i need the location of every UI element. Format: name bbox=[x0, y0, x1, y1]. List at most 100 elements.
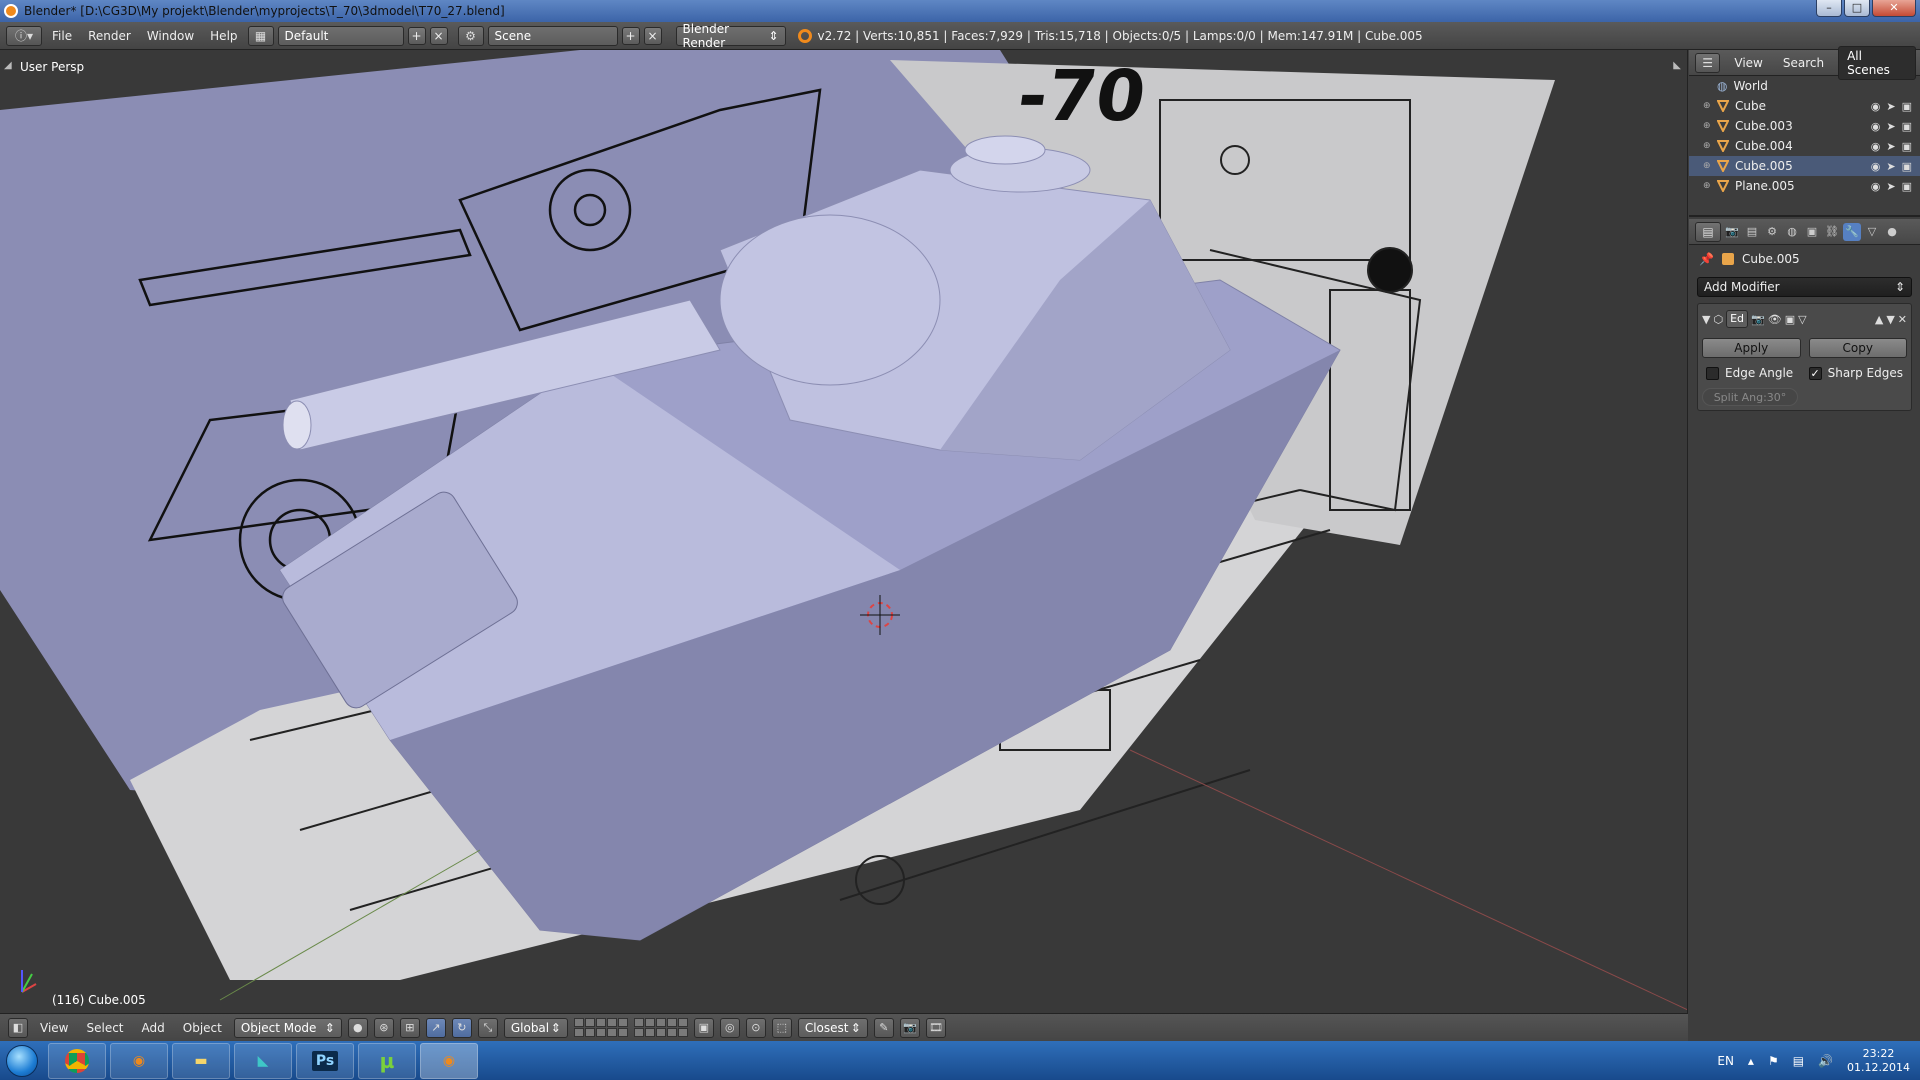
taskbar-explorer[interactable]: ▬ bbox=[172, 1042, 230, 1079]
menu-add[interactable]: Add bbox=[136, 1018, 171, 1038]
editor-type-icon[interactable]: ◧ bbox=[8, 1017, 28, 1038]
layers-tab-icon[interactable]: ▤ bbox=[1743, 223, 1761, 241]
outliner-item-plane-005[interactable]: ⊕ Plane.005 ◉ ➤ ▣ bbox=[1689, 176, 1920, 196]
network-icon[interactable]: ▤ bbox=[1793, 1054, 1804, 1068]
properties-editor-icon[interactable]: ▤ bbox=[1695, 221, 1721, 242]
outliner-item-world[interactable]: ◍ World bbox=[1689, 76, 1920, 96]
outliner-item-cube-003[interactable]: ⊕ Cube.003 ◉ ➤ ▣ bbox=[1689, 116, 1920, 136]
render-toggle-icon[interactable]: 📷 bbox=[1751, 313, 1765, 326]
taskbar-3dsmax[interactable]: ◣ bbox=[234, 1042, 292, 1079]
close-button[interactable]: ✕ bbox=[1872, 0, 1916, 17]
cursor-select-icon[interactable]: ➤ bbox=[1886, 120, 1895, 133]
split-angle-field[interactable]: Split Ang:30° bbox=[1702, 388, 1798, 406]
outliner-display-select[interactable]: All Scenes bbox=[1838, 45, 1916, 80]
clock[interactable]: 23:22 01.12.2014 bbox=[1847, 1047, 1910, 1075]
maximize-button[interactable]: □ bbox=[1844, 0, 1870, 17]
outliner-item-cube-005[interactable]: ⊕ Cube.005 ◉ ➤ ▣ bbox=[1689, 156, 1920, 176]
sharp-edges-checkbox[interactable]: ✓ bbox=[1808, 366, 1822, 380]
flag-icon[interactable]: ⚑ bbox=[1768, 1054, 1779, 1068]
cursor-select-icon[interactable]: ➤ bbox=[1886, 140, 1895, 153]
manipulator-icon[interactable]: ⊞ bbox=[399, 1017, 420, 1038]
pin-icon[interactable]: 📌 bbox=[1699, 252, 1714, 266]
menu-window[interactable]: Window bbox=[141, 26, 200, 46]
scale-icon[interactable]: ⤡ bbox=[477, 1017, 498, 1038]
eye-icon[interactable]: ◉ bbox=[1871, 160, 1881, 173]
taskbar-blender-1[interactable]: ◉ bbox=[110, 1042, 168, 1079]
orientation-select[interactable]: Global ⇕ bbox=[503, 1017, 568, 1038]
3d-viewport[interactable]: -70 User Persp (116) Cube.005 ◢ ◣ bbox=[0, 50, 1688, 1013]
layout-add-icon[interactable]: + bbox=[407, 26, 426, 45]
language-indicator[interactable]: EN bbox=[1717, 1054, 1734, 1068]
data-tab-icon[interactable]: ▽ bbox=[1863, 223, 1881, 241]
volume-icon[interactable]: 🔊 bbox=[1818, 1054, 1833, 1068]
camera-icon[interactable]: ▣ bbox=[1902, 140, 1912, 153]
cage-toggle-icon[interactable]: ▽ bbox=[1798, 313, 1806, 326]
snap-icon[interactable]: ⊙ bbox=[745, 1017, 766, 1038]
scene-remove-icon[interactable]: × bbox=[643, 26, 662, 45]
camera-icon[interactable]: ▣ bbox=[1902, 120, 1912, 133]
cursor-select-icon[interactable]: ➤ bbox=[1886, 160, 1895, 173]
outliner-item-cube[interactable]: ⊕ Cube ◉ ➤ ▣ bbox=[1689, 96, 1920, 116]
eye-icon[interactable]: ◉ bbox=[1871, 100, 1881, 113]
layout-remove-icon[interactable]: × bbox=[429, 26, 448, 45]
scene-field[interactable]: Scene bbox=[487, 25, 618, 46]
edge-angle-checkbox[interactable] bbox=[1706, 366, 1719, 380]
expand-icon[interactable]: ⊕ bbox=[1703, 161, 1713, 171]
layout-grid-icon[interactable]: ▦ bbox=[247, 25, 274, 46]
snap-element-icon[interactable]: ⬚ bbox=[771, 1017, 792, 1038]
scene-tab-icon[interactable]: ⚙ bbox=[1763, 223, 1781, 241]
shading-solid-icon[interactable]: ● bbox=[347, 1017, 368, 1038]
menu-file[interactable]: File bbox=[46, 26, 78, 46]
modifiers-wrench-icon[interactable]: 🔧 bbox=[1843, 222, 1861, 241]
sharp-edges-toggle[interactable]: ✓ Sharp Edges bbox=[1808, 366, 1903, 380]
copy-button[interactable]: Copy bbox=[1808, 338, 1907, 358]
area-split-icon[interactable]: ◢ bbox=[4, 60, 12, 71]
tray-arrow-icon[interactable]: ▴ bbox=[1748, 1054, 1754, 1068]
object-tab-icon[interactable]: ▣ bbox=[1803, 223, 1821, 241]
cursor-select-icon[interactable]: ➤ bbox=[1886, 100, 1895, 113]
expand-icon[interactable]: ⊕ bbox=[1703, 181, 1713, 191]
taskbar-photoshop[interactable]: Ps bbox=[296, 1042, 354, 1079]
editmode-toggle-icon[interactable]: ▣ bbox=[1785, 313, 1795, 326]
info-editor-type-icon[interactable]: ⓘ▾ bbox=[6, 25, 42, 46]
render-opengl-icon[interactable]: 📷 bbox=[899, 1017, 920, 1038]
render-anim-icon[interactable]: 🎞 bbox=[925, 1017, 946, 1038]
menu-render[interactable]: Render bbox=[82, 26, 137, 46]
apply-button[interactable]: Apply bbox=[1702, 338, 1801, 358]
camera-icon[interactable]: ▣ bbox=[1902, 160, 1912, 173]
start-button[interactable] bbox=[0, 1043, 44, 1079]
camera-icon[interactable]: ▣ bbox=[1902, 100, 1912, 113]
menu-object[interactable]: Object bbox=[177, 1018, 228, 1038]
taskbar-chrome[interactable] bbox=[48, 1042, 106, 1079]
remove-modifier-icon[interactable]: ✕ bbox=[1898, 313, 1907, 326]
rotate-icon[interactable]: ↻ bbox=[451, 1017, 472, 1038]
edge-angle-toggle[interactable]: Edge Angle bbox=[1706, 366, 1793, 380]
viewport-toggle-icon[interactable]: 👁 bbox=[1768, 313, 1782, 326]
outliner-editor-icon[interactable]: ☰ bbox=[1695, 52, 1721, 73]
menu-view[interactable]: View bbox=[34, 1018, 74, 1038]
material-tab-icon[interactable]: ● bbox=[1883, 223, 1901, 241]
constraints-tab-icon[interactable]: ⛓ bbox=[1823, 223, 1841, 241]
minimize-button[interactable]: – bbox=[1816, 0, 1842, 17]
taskbar-blender-2[interactable]: ◉ bbox=[420, 1042, 478, 1079]
render-tab-icon[interactable]: 📷 bbox=[1723, 223, 1741, 241]
area-split-icon-right[interactable]: ◣ bbox=[1673, 60, 1681, 71]
move-down-icon[interactable]: ▼ bbox=[1886, 313, 1894, 326]
modifier-name-field[interactable]: Ed bbox=[1726, 310, 1749, 328]
mode-select[interactable]: Object Mode ⇕ bbox=[233, 1017, 342, 1038]
expand-icon[interactable]: ⊕ bbox=[1703, 141, 1713, 151]
eye-icon[interactable]: ◉ bbox=[1871, 120, 1881, 133]
outliner-item-cube-004[interactable]: ⊕ Cube.004 ◉ ➤ ▣ bbox=[1689, 136, 1920, 156]
menu-help[interactable]: Help bbox=[204, 26, 243, 46]
lock-layers-icon[interactable]: ▣ bbox=[693, 1017, 714, 1038]
render-engine-select[interactable]: Blender Render ⇕ bbox=[675, 22, 786, 50]
expand-icon[interactable]: ⊕ bbox=[1703, 121, 1713, 131]
eye-icon[interactable]: ◉ bbox=[1871, 180, 1881, 193]
camera-icon[interactable]: ▣ bbox=[1902, 180, 1912, 193]
outliner-menu-view[interactable]: View bbox=[1728, 53, 1768, 73]
world-tab-icon[interactable]: ◍ bbox=[1783, 223, 1801, 241]
taskbar-utorrent[interactable]: µ bbox=[358, 1042, 416, 1079]
move-up-icon[interactable]: ▲ bbox=[1875, 313, 1883, 326]
snap-target-select[interactable]: Closest ⇕ bbox=[797, 1017, 868, 1038]
outliner-menu-search[interactable]: Search bbox=[1777, 53, 1830, 73]
